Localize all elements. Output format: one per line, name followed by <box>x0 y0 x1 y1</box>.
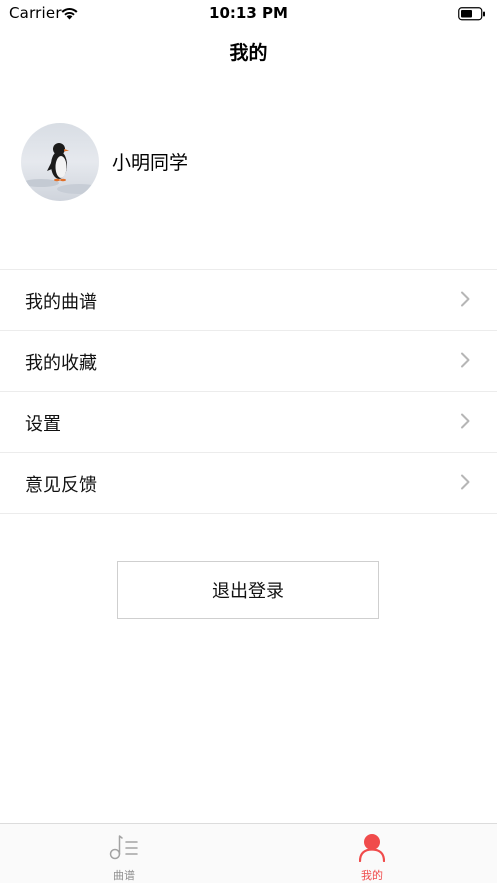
menu-item-label: 设置 <box>25 414 61 435</box>
page-title: 我的 <box>229 42 268 64</box>
tab-bar: 曲谱 我的 <box>0 823 497 883</box>
chevron-right-icon <box>460 413 470 433</box>
menu-item-feedback[interactable]: 意见反馈 <box>0 453 497 514</box>
menu-item-label: 意见反馈 <box>25 475 97 496</box>
menu-item-my-favorites[interactable]: 我的收藏 <box>0 331 497 392</box>
battery-icon <box>458 6 486 25</box>
chevron-right-icon <box>460 352 470 372</box>
menu-item-label: 我的曲谱 <box>25 292 97 313</box>
music-note-icon <box>74 834 174 864</box>
person-icon <box>322 834 422 866</box>
chevron-right-icon <box>460 291 470 311</box>
tab-label: 我的 <box>361 869 383 882</box>
username: 小明同学 <box>112 152 189 174</box>
status-bar: Carrier 10:13 PM <box>0 0 497 26</box>
logout-button[interactable]: 退出登录 <box>117 561 379 619</box>
menu-item-label: 我的收藏 <box>25 353 97 374</box>
profile-screen: Carrier 10:13 PM 我的 小明同学 我的曲谱 我的收藏 设置 意见… <box>0 0 497 883</box>
settings-menu: 我的曲谱 我的收藏 设置 意见反馈 <box>0 269 497 514</box>
tab-label: 曲谱 <box>113 869 135 882</box>
chevron-right-icon <box>460 474 470 494</box>
tab-mine[interactable]: 我的 <box>322 824 422 883</box>
menu-item-settings[interactable]: 设置 <box>0 392 497 453</box>
tab-scores[interactable]: 曲谱 <box>74 824 174 883</box>
avatar[interactable] <box>21 123 99 201</box>
clock-label: 10:13 PM <box>209 4 288 22</box>
menu-item-my-scores[interactable]: 我的曲谱 <box>0 270 497 331</box>
